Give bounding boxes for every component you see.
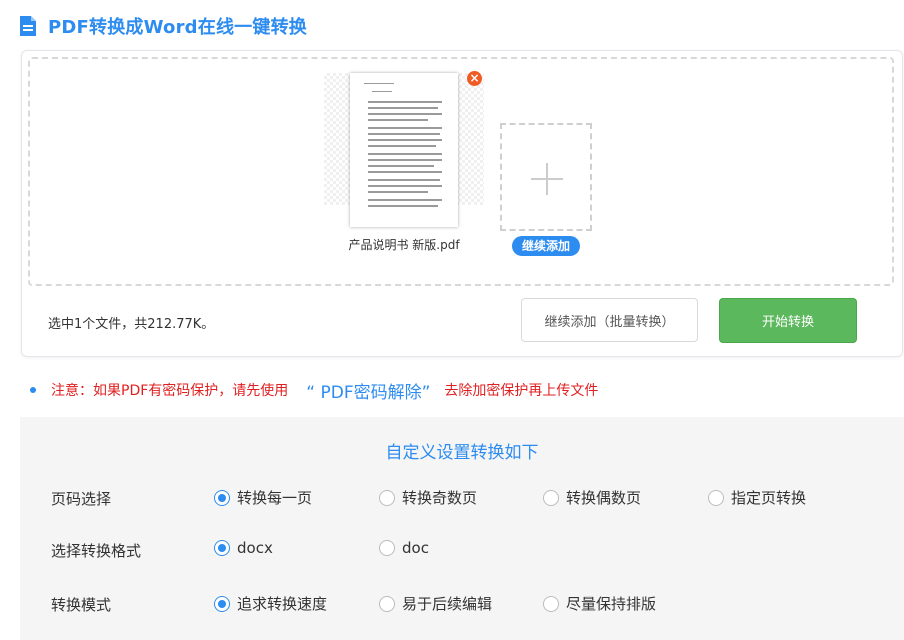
radio-icon[interactable] — [214, 540, 230, 556]
output-format-row: 选择转换格式 docx doc — [20, 539, 904, 563]
file-name-label: 产品说明书 新版.pdf — [348, 238, 460, 252]
radio-label: doc — [402, 539, 429, 557]
notice-prefix: 注意：如果PDF有密码保护，请先使用 — [51, 383, 289, 399]
radio-option-layout[interactable]: 尽量保持排版 — [543, 593, 656, 614]
add-file-tile[interactable] — [500, 123, 592, 231]
settings-title: 自定义设置转换如下 — [385, 443, 539, 463]
file-thumbnail — [324, 73, 484, 227]
file-summary: 选中1个文件，共212.77K。 — [48, 317, 215, 332]
radio-label: 转换偶数页 — [566, 489, 642, 507]
radio-option-doc[interactable]: doc — [379, 539, 429, 557]
page-range-row: 页码选择 转换每一页 转换奇数页 转换偶数页 指定页转换 — [20, 487, 904, 511]
radio-label: docx — [237, 539, 273, 557]
radio-icon[interactable] — [379, 595, 395, 612]
radio-option-even-pages[interactable]: 转换偶数页 — [543, 487, 641, 508]
start-convert-button[interactable]: 开始转换 — [719, 298, 857, 343]
radio-icon[interactable] — [214, 489, 230, 506]
radio-icon[interactable] — [708, 489, 724, 506]
pdf-page-preview — [350, 73, 458, 227]
row-label: 转换模式 — [51, 596, 112, 614]
radio-option-odd-pages[interactable]: 转换奇数页 — [379, 487, 477, 508]
page-header: PDF转换成Word在线一键转换 — [20, 12, 307, 40]
radio-label: 转换奇数页 — [402, 489, 478, 507]
row-label: 页码选择 — [51, 490, 112, 508]
radio-option-specific-pages[interactable]: 指定页转换 — [708, 487, 806, 508]
batch-add-button[interactable]: 继续添加（批量转换） — [521, 298, 698, 342]
radio-icon[interactable] — [379, 489, 395, 506]
radio-icon[interactable] — [379, 540, 395, 556]
upload-panel: × 产品说明书 新版.pdf 继续添加 选中1个文件，共212.77K。 继续添… — [21, 50, 903, 357]
pdf-unlock-link[interactable]: “ PDF密码解除” — [306, 378, 430, 403]
radio-label: 尽量保持排版 — [566, 595, 657, 613]
continue-add-badge[interactable]: 继续添加 — [512, 236, 580, 256]
radio-label: 追求转换速度 — [237, 595, 328, 613]
bullet-icon — [30, 387, 36, 393]
radio-option-editable[interactable]: 易于后续编辑 — [379, 593, 492, 614]
row-label: 选择转换格式 — [51, 542, 142, 560]
document-icon — [20, 16, 36, 36]
page-title: PDF转换成Word在线一键转换 — [48, 17, 307, 38]
radio-option-speed[interactable]: 追求转换速度 — [214, 593, 327, 614]
conversion-settings: 自定义设置转换如下 页码选择 转换每一页 转换奇数页 转换偶数页 指定页转换 选… — [20, 417, 904, 640]
radio-label: 易于后续编辑 — [402, 595, 493, 613]
radio-option-every-page[interactable]: 转换每一页 — [214, 487, 312, 508]
radio-icon[interactable] — [214, 595, 230, 612]
radio-icon[interactable] — [543, 489, 559, 506]
password-notice: 注意：如果PDF有密码保护，请先使用 “ PDF密码解除” 去除加密保护再上传文… — [30, 377, 598, 403]
radio-label: 指定页转换 — [731, 489, 807, 507]
radio-option-docx[interactable]: docx — [214, 539, 273, 557]
notice-suffix: 去除加密保护再上传文件 — [444, 383, 599, 399]
radio-icon[interactable] — [543, 595, 559, 612]
radio-label: 转换每一页 — [237, 489, 313, 507]
conversion-mode-row: 转换模式 追求转换速度 易于后续编辑 尽量保持排版 — [20, 593, 904, 617]
close-icon[interactable]: × — [467, 71, 482, 86]
